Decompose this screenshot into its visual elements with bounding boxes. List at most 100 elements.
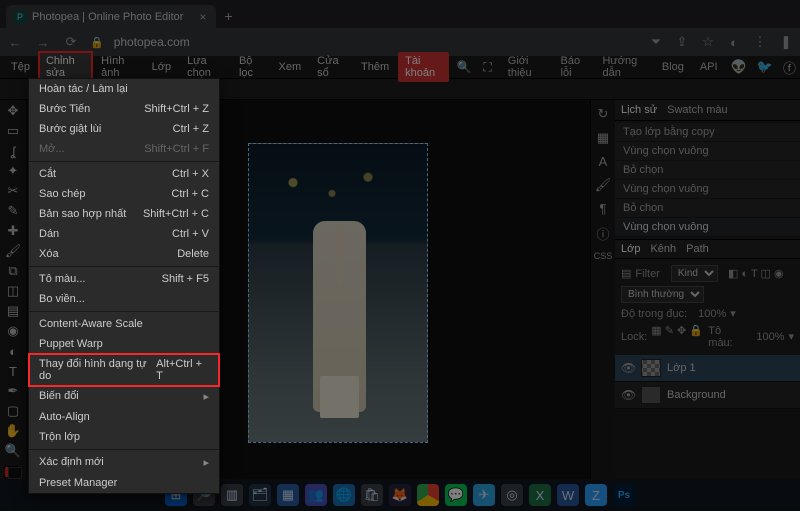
tab-channels[interactable]: Kênh [650, 243, 676, 255]
menu-cut[interactable]: CắtCtrl + X [29, 164, 219, 184]
opacity-value[interactable]: 100% [698, 308, 726, 320]
eye-icon[interactable]: 👁 [621, 388, 635, 402]
link-guide[interactable]: Hướng dẫn [595, 52, 652, 82]
lasso-tool[interactable]: ʆ [2, 142, 24, 160]
clone-tool[interactable]: ⧉ [2, 262, 24, 280]
css-icon[interactable]: CSS [594, 251, 613, 261]
profile-icon[interactable]: ◐ [726, 35, 742, 50]
url-text[interactable]: photopea.com [114, 35, 638, 49]
link-report[interactable]: Báo lỗi [554, 52, 594, 82]
blend-mode[interactable]: Bình thường [621, 286, 704, 303]
brush-panel-icon[interactable]: 🖌 [595, 177, 612, 193]
eye-icon[interactable]: 👁 [621, 361, 635, 375]
menu-auto-align[interactable]: Auto-Align [29, 407, 219, 427]
eraser-tool[interactable]: ◫ [2, 282, 24, 300]
taskbar-widgets[interactable]: ▦ [277, 484, 299, 506]
fullscreen-icon[interactable]: ⛶ [478, 57, 496, 78]
menu-preset-manager[interactable]: Preset Manager [29, 473, 219, 493]
type-tool[interactable]: T [2, 362, 24, 380]
menu-icon[interactable]: ⋮ [752, 34, 768, 50]
star-icon[interactable]: ☆ [700, 34, 716, 50]
menu-filter[interactable]: Bộ lọc [232, 52, 270, 82]
taskbar-taskview[interactable]: ▥ [221, 484, 243, 506]
heal-tool[interactable]: ✚ [2, 222, 24, 240]
swatches-icon[interactable]: ▦ [597, 130, 609, 146]
char-icon[interactable]: A [599, 154, 608, 169]
layer-row[interactable]: 👁 Background [615, 382, 800, 409]
menu-window[interactable]: Cửa sổ [310, 52, 352, 82]
search-icon[interactable]: 🔍 [451, 57, 476, 77]
link-api[interactable]: API [693, 58, 725, 76]
menu-paste[interactable]: DánCtrl + V [29, 224, 219, 244]
menu-delete[interactable]: XóaDelete [29, 244, 219, 264]
taskbar-line[interactable]: 💬 [445, 484, 467, 506]
shape-tool[interactable]: ▢ [2, 402, 24, 420]
crop-tool[interactable]: ✂ [2, 182, 24, 200]
tab-history[interactable]: Lịch sử [621, 104, 657, 116]
fill-value[interactable]: 100% [756, 331, 784, 343]
history-row[interactable]: Tạo lớp bằng copy [615, 123, 800, 142]
taskbar-firefox[interactable]: 🦊 [389, 484, 411, 506]
facebook-icon[interactable]: ⓕ [779, 55, 800, 80]
taskbar-edge[interactable]: 🌐 [333, 484, 355, 506]
tab-layers[interactable]: Lớp [621, 243, 640, 255]
browser-tab[interactable]: P Photopea | Online Photo Editor × [6, 5, 216, 28]
taskbar-word[interactable]: W [557, 484, 579, 506]
close-icon[interactable]: × [199, 10, 206, 24]
menu-step-forward[interactable]: Bước TiếnShift+Ctrl + Z [29, 99, 219, 119]
taskbar-zalo[interactable]: Z [585, 484, 607, 506]
forward-icon[interactable]: → [34, 35, 52, 50]
reddit-icon[interactable]: 👽 [727, 56, 751, 78]
taskbar-chrome[interactable] [417, 484, 439, 506]
wand-tool[interactable]: ✦ [2, 162, 24, 180]
move-tool[interactable]: ✥ [2, 102, 24, 120]
share-icon[interactable]: ⇪ [674, 34, 690, 50]
layer-row[interactable]: 👁 Lớp 1 [615, 355, 800, 382]
puzzle-icon[interactable]: ❚ [778, 34, 794, 50]
pen-tool[interactable]: ✒ [2, 382, 24, 400]
reload-icon[interactable]: ⟳ [62, 34, 80, 50]
menu-free-transform[interactable]: Thay đổi hình dạng tự doAlt+Ctrl + T [29, 354, 219, 386]
menu-more[interactable]: Thêm [354, 58, 396, 76]
history-row[interactable]: Vùng chọn vuông [615, 180, 800, 199]
menu-copy[interactable]: Sao chépCtrl + C [29, 184, 219, 204]
link-blog[interactable]: Blog [655, 58, 691, 76]
back-icon[interactable]: ← [6, 35, 24, 50]
menu-copy-merged[interactable]: Bản sao hợp nhấtShift+Ctrl + C [29, 204, 219, 224]
info-icon[interactable]: ⓘ [596, 224, 609, 243]
document-image[interactable] [248, 143, 428, 443]
brush-tool[interactable]: 🖌 [2, 242, 24, 260]
menu-blend-layers[interactable]: Trộn lớp [29, 427, 219, 447]
taskbar-photoshop[interactable]: Ps [613, 484, 635, 506]
zoom-tool[interactable]: 🔍 [2, 442, 24, 460]
taskbar-store[interactable]: 🛍 [361, 484, 383, 506]
menu-fill[interactable]: Tô màu...Shift + F5 [29, 269, 219, 289]
menu-layer[interactable]: Lớp [145, 58, 178, 76]
taskbar-teams[interactable]: 👥 [305, 484, 327, 506]
history-icon[interactable]: ↻ [598, 106, 609, 122]
link-about[interactable]: Giới thiệu [501, 52, 552, 82]
marquee-tool[interactable]: ▭ [2, 122, 24, 140]
taskbar-excel[interactable]: X [529, 484, 551, 506]
history-row[interactable]: Bỏ chọn [615, 199, 800, 218]
twitter-icon[interactable]: 🐦 [753, 56, 777, 78]
layer-name[interactable]: Background [667, 389, 726, 401]
menu-define-new[interactable]: Xác định mới▸ [29, 452, 219, 473]
dodge-tool[interactable]: ◐ [2, 342, 24, 360]
history-row[interactable]: Bỏ chọn [615, 161, 800, 180]
eyedrop-tool[interactable]: ✎ [2, 202, 24, 220]
new-tab-button[interactable]: + [216, 4, 240, 28]
menu-view[interactable]: Xem [272, 58, 309, 76]
menu-account[interactable]: Tài khoản [398, 52, 449, 82]
tab-swatch[interactable]: Swatch màu [667, 104, 728, 116]
para-icon[interactable]: ¶ [600, 201, 607, 216]
menu-transform[interactable]: Biến đổi▸ [29, 386, 219, 407]
hand-tool[interactable]: ✋ [2, 422, 24, 440]
history-row[interactable]: Vùng chọn vuông [615, 218, 800, 237]
menu-puppet-warp[interactable]: Puppet Warp [29, 334, 219, 354]
menu-undo-redo[interactable]: Hoàn tác / Làm lại [29, 79, 219, 99]
extension-icon[interactable]: ⏷ [648, 34, 664, 50]
taskbar-telegram[interactable]: ✈ [473, 484, 495, 506]
taskbar-explorer[interactable]: 🗂 [249, 484, 271, 506]
menu-step-back[interactable]: Bước giật lùiCtrl + Z [29, 119, 219, 139]
